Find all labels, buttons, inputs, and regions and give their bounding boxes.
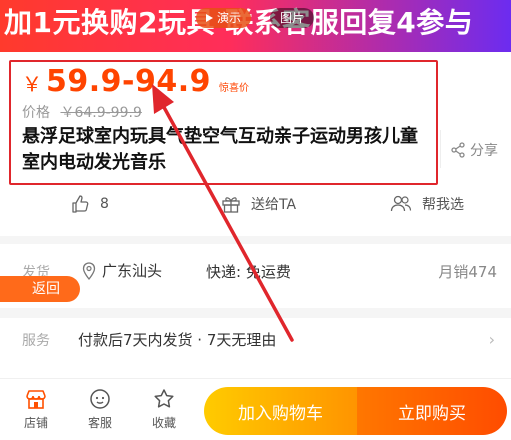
- star-icon: [154, 389, 174, 408]
- service-row[interactable]: 服务 付款后7天内发货 · 7天无理由 ›: [0, 320, 511, 360]
- favorite-label: 收藏: [151, 416, 176, 430]
- demo-label: 演示: [217, 11, 242, 25]
- product-page: 加1元换购2玩具 联系客服回复4参与 演示 图片 ￥ 59.9-94.9 惊喜价…: [0, 0, 511, 440]
- service-label: 服务: [22, 333, 50, 349]
- picture-tab[interactable]: 图片: [270, 8, 315, 28]
- section-gap: [0, 308, 511, 318]
- gift-icon: [222, 197, 240, 213]
- help-choose-button[interactable]: 帮我选: [390, 194, 464, 214]
- customer-service-button[interactable]: 客服: [80, 387, 120, 431]
- currency-symbol: ￥: [22, 72, 42, 96]
- help-label: 帮我选: [422, 197, 464, 213]
- play-icon: [206, 14, 213, 22]
- favorite-button[interactable]: 收藏: [144, 387, 184, 431]
- section-gap: [0, 236, 511, 244]
- shop-button[interactable]: 店铺: [16, 387, 56, 431]
- service-text: 付款后7天内发货 · 7天无理由: [78, 331, 277, 349]
- bottom-bar: 店铺 客服 收藏 加入购物车 立即购买: [0, 378, 511, 440]
- original-price-row: 价格 ￥64.9-99.9: [22, 102, 142, 122]
- original-price-label: 价格: [22, 105, 50, 121]
- promo-banner[interactable]: 加1元换购2玩具 联系客服回复4参与 演示 图片: [0, 0, 511, 52]
- express-info: 快递: 免运费: [206, 263, 291, 281]
- gift-button[interactable]: 送给TA: [221, 194, 296, 214]
- add-to-cart-button[interactable]: 加入购物车: [204, 387, 357, 435]
- like-button[interactable]: 8: [70, 194, 109, 214]
- thumbs-up-icon: [72, 195, 89, 213]
- location-pin-icon: [82, 261, 96, 280]
- location-text: 广东汕头: [102, 262, 163, 280]
- price-tag: 惊喜价: [219, 83, 249, 94]
- original-price-value: ￥64.9-99.9: [60, 105, 142, 121]
- location: 广东汕头: [82, 260, 162, 281]
- shop-icon: [26, 390, 46, 409]
- share-icon: [451, 142, 465, 158]
- shop-label: 店铺: [23, 416, 48, 430]
- share-label: 分享: [470, 143, 498, 159]
- share-button[interactable]: 分享: [450, 140, 498, 160]
- chat-icon: [90, 389, 110, 409]
- buy-now-button[interactable]: 立即购买: [357, 387, 507, 435]
- gift-label: 送给TA: [251, 197, 297, 213]
- action-row: 8 送给TA 帮我选: [0, 190, 511, 226]
- service-tab-label: 客服: [87, 416, 112, 430]
- divider: [440, 130, 441, 168]
- price-row: ￥ 59.9-94.9 惊喜价: [22, 64, 249, 99]
- like-count: 8: [100, 196, 109, 212]
- chevron-right-icon: ›: [488, 330, 495, 349]
- back-button[interactable]: 返回: [0, 276, 80, 302]
- product-title: 悬浮足球室内玩具气垫空气互动亲子运动男孩儿童室内电动发光音乐: [22, 126, 418, 173]
- video-demo-button[interactable]: 演示: [196, 8, 252, 28]
- picture-label: 图片: [280, 11, 305, 25]
- people-icon: [390, 195, 412, 212]
- monthly-sales: 月销474: [438, 263, 497, 281]
- price-value: 59.9-94.9: [46, 64, 211, 99]
